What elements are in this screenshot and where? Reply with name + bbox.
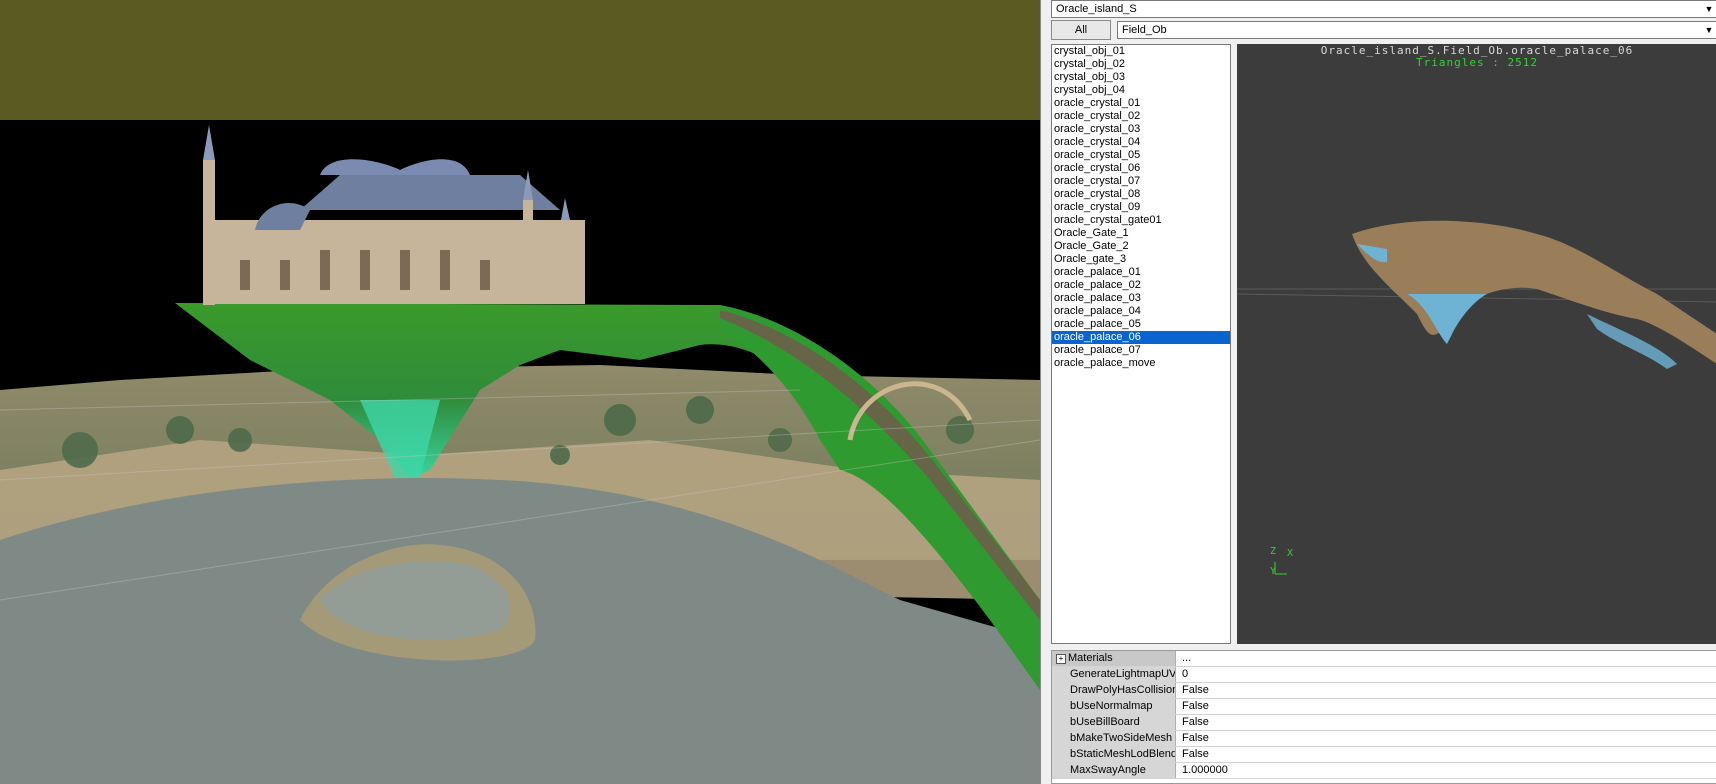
property-category-materials[interactable]: + Materials ... (1052, 651, 1716, 667)
list-item[interactable]: crystal_obj_02 (1052, 58, 1230, 71)
object-list[interactable]: crystal_obj_01 crystal_obj_02 crystal_obj_… (1051, 44, 1231, 644)
property-name: bStaticMeshLodBlend (1052, 747, 1176, 762)
list-item[interactable]: oracle_palace_move (1052, 357, 1230, 370)
property-name: GenerateLightmapUV... (1052, 667, 1176, 682)
list-item[interactable]: Oracle_gate_3 (1052, 253, 1230, 266)
list-item[interactable]: crystal_obj_04 (1052, 84, 1230, 97)
list-item[interactable]: oracle_palace_06 (1052, 331, 1230, 344)
mesh-preview-render (1237, 220, 1716, 575)
all-button[interactable]: All (1051, 20, 1111, 40)
property-row[interactable]: bUseNormalmap False (1052, 699, 1716, 715)
list-item[interactable]: oracle_crystal_09 (1052, 201, 1230, 214)
list-item[interactable]: Oracle_Gate_2 (1052, 240, 1230, 253)
property-grid[interactable]: + Materials ... GenerateLightmapUV... 0 Dr… (1051, 650, 1716, 784)
property-row[interactable]: bMakeTwoSideMesh False (1052, 731, 1716, 747)
axis-y-label: Y (1270, 566, 1277, 577)
object-editor-panel: Oracle_island_S ▼ All Field_Ob ▼ crystal… (1040, 0, 1716, 784)
property-name: DrawPolyHasCollision... (1052, 683, 1176, 698)
property-value[interactable]: False (1182, 683, 1209, 698)
property-name: bMakeTwoSideMesh (1052, 731, 1176, 746)
property-value[interactable]: False (1182, 699, 1209, 714)
mesh-preview[interactable]: Oracle_island_S.Field_Ob.oracle_palace_0… (1237, 44, 1716, 644)
list-item[interactable]: oracle_crystal_06 (1052, 162, 1230, 175)
property-name: bUseBillBoard (1052, 715, 1176, 730)
property-value[interactable]: 0 (1182, 667, 1188, 682)
axis-x-label: X (1287, 548, 1294, 559)
property-row[interactable]: bUseBillBoard False (1052, 715, 1716, 731)
list-item[interactable]: oracle_palace_03 (1052, 292, 1230, 305)
list-item[interactable]: oracle_palace_05 (1052, 318, 1230, 331)
list-item[interactable]: Oracle_Gate_1 (1052, 227, 1230, 240)
category-selector-value: Field_Ob (1122, 24, 1167, 36)
list-item[interactable]: oracle_palace_04 (1052, 305, 1230, 318)
property-value[interactable]: False (1182, 731, 1209, 746)
property-row[interactable]: MaxSwayAngle 1.000000 (1052, 763, 1716, 779)
list-item[interactable]: oracle_crystal_08 (1052, 188, 1230, 201)
triangle-count: Triangles : 2512 (1416, 56, 1538, 69)
list-item[interactable]: oracle_crystal_03 (1052, 123, 1230, 136)
list-item[interactable]: oracle_palace_01 (1052, 266, 1230, 279)
property-category-label: Materials (1068, 652, 1113, 664)
property-row[interactable]: GenerateLightmapUV... 0 (1052, 667, 1716, 683)
property-value[interactable]: False (1182, 715, 1209, 730)
property-value[interactable]: False (1182, 747, 1209, 762)
property-name: bUseNormalmap (1052, 699, 1176, 714)
chevron-down-icon[interactable]: ▼ (1702, 22, 1716, 38)
property-name: MaxSwayAngle (1052, 763, 1176, 778)
list-item[interactable]: oracle_crystal_04 (1052, 136, 1230, 149)
list-item[interactable]: oracle_palace_07 (1052, 344, 1230, 357)
scene-render (0, 125, 1040, 784)
list-item[interactable]: oracle_crystal_gate01 (1052, 214, 1230, 227)
scene-viewport[interactable] (0, 0, 1040, 784)
axis-z-label: Z (1270, 546, 1277, 557)
list-item[interactable]: oracle_crystal_01 (1052, 97, 1230, 110)
property-row[interactable]: DrawPolyHasCollision... False (1052, 683, 1716, 699)
property-value[interactable]: 1.000000 (1182, 763, 1228, 778)
expand-icon[interactable]: + (1056, 654, 1066, 664)
list-item[interactable]: crystal_obj_01 (1052, 45, 1230, 58)
list-item[interactable]: oracle_crystal_07 (1052, 175, 1230, 188)
list-item[interactable]: oracle_crystal_02 (1052, 110, 1230, 123)
list-item[interactable]: crystal_obj_03 (1052, 71, 1230, 84)
property-row[interactable]: bStaticMeshLodBlend False (1052, 747, 1716, 763)
map-selector-value: Oracle_island_S (1056, 3, 1137, 15)
map-selector[interactable]: Oracle_island_S ▼ (1051, 0, 1716, 18)
list-item[interactable]: oracle_crystal_05 (1052, 149, 1230, 162)
property-category-value[interactable]: ... (1182, 651, 1191, 666)
chevron-down-icon[interactable]: ▼ (1702, 1, 1716, 17)
list-item[interactable]: oracle_palace_02 (1052, 279, 1230, 292)
category-selector[interactable]: Field_Ob ▼ (1117, 21, 1716, 39)
